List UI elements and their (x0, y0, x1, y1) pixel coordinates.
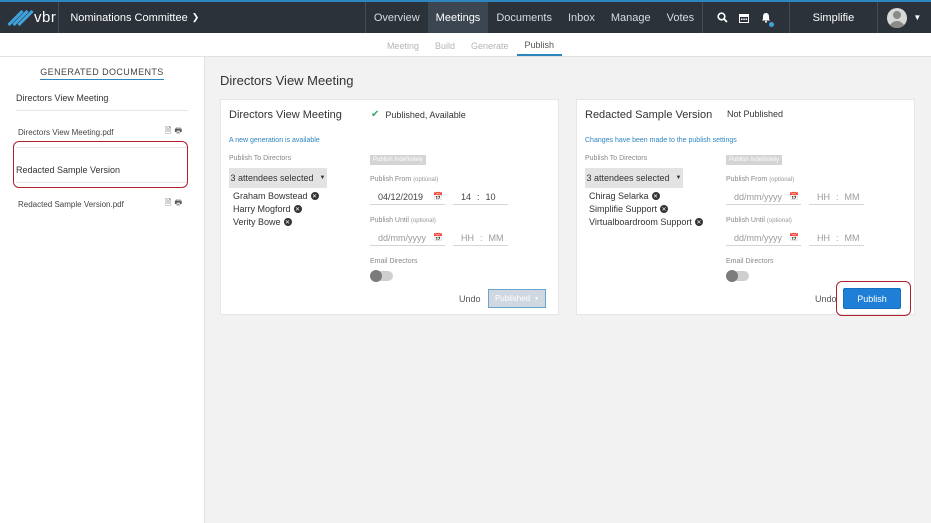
tab-build[interactable]: Build (427, 41, 463, 56)
tab-meeting[interactable]: Meeting (379, 41, 427, 56)
check-icon: ✔ (371, 109, 380, 120)
doc-group-directors: Directors View Meeting Directors View Me… (16, 86, 188, 148)
logo-text: vbr (34, 9, 57, 26)
nav-meetings[interactable]: Meetings (427, 2, 489, 33)
caret-down-icon: ▼ (319, 175, 326, 181)
doc-file-row[interactable]: Redacted Sample Version.pdf 🗎 🖶 (16, 183, 188, 219)
remove-icon[interactable]: ✕ (310, 192, 319, 200)
published-button[interactable]: Published ▼ (488, 289, 546, 308)
publish-from-date[interactable]: 04/12/2019 📅 (370, 189, 445, 205)
attendee-list: Graham Bowstead ✕ Harry Mogford ✕ Verity B… (233, 191, 319, 230)
attendee-item: Verity Bowe ✕ (233, 217, 292, 227)
tab-publish[interactable]: Publish (516, 40, 563, 56)
nav-votes[interactable]: Votes (659, 2, 703, 33)
publish-to-label: Publish To Directors (585, 155, 648, 162)
user-name[interactable]: Simplifie (789, 2, 877, 33)
publish-indefinitely-tag[interactable]: Publish Indefinitely (726, 155, 783, 165)
doc-group-title[interactable]: Directors View Meeting (16, 86, 188, 111)
doc-file-name[interactable]: Redacted Sample Version.pdf (18, 200, 124, 209)
workflow-tabs: Meeting Build Generate Publish (0, 33, 931, 57)
highlight-annotation (13, 141, 188, 188)
nav-inbox[interactable]: Inbox (560, 2, 603, 33)
publish-until-time[interactable]: HH: MM (453, 230, 508, 246)
publish-until-time[interactable]: HH: MM (809, 230, 864, 246)
attendees-count: 3 attendees selected (586, 173, 670, 183)
print-icon[interactable]: 🖶 (174, 125, 182, 139)
remove-icon[interactable]: ✕ (694, 218, 703, 226)
calendar-icon[interactable]: 📅 (433, 192, 443, 201)
publish-until-date[interactable]: dd/mm/yyyy 📅 (370, 230, 445, 246)
committee-name: Nominations Committee (70, 11, 188, 24)
doc-file-name[interactable]: Directors View Meeting.pdf (18, 128, 113, 137)
undo-link[interactable]: Undo (459, 294, 481, 304)
generated-documents-sidebar: GENERATED DOCUMENTS Directors View Meeti… (0, 57, 205, 523)
attendee-item: Chirag Selarka ✕ (589, 191, 660, 201)
publish-from-label: Publish From (optional) (726, 176, 795, 183)
publish-indefinitely-tag[interactable]: Publish Indefinitely (370, 155, 427, 165)
publish-from-time[interactable]: 14:10 (453, 189, 508, 205)
attendees-count: 3 attendees selected (230, 173, 314, 183)
remove-icon[interactable]: ✕ (651, 192, 660, 200)
publish-to-label: Publish To Directors (229, 155, 292, 162)
publish-from-time[interactable]: HH: MM (809, 189, 864, 205)
card-title: Redacted Sample Version (585, 109, 713, 121)
attendees-dropdown[interactable]: 3 attendees selected ▼ (229, 168, 327, 188)
email-directors-label: Email Directors (726, 258, 774, 265)
search-icon[interactable] (711, 12, 733, 23)
sidebar-title: GENERATED DOCUMENTS (0, 67, 204, 80)
page-title: Directors View Meeting (220, 73, 354, 88)
nav-manage[interactable]: Manage (603, 2, 659, 33)
caret-down-icon: ▼ (534, 295, 540, 302)
logo-icon (7, 9, 34, 27)
print-icon[interactable]: 🖶 (174, 197, 182, 211)
pdf-file-icon[interactable]: 🗎 (165, 197, 171, 211)
publish-until-date[interactable]: dd/mm/yyyy 📅 (726, 230, 801, 246)
email-directors-label: Email Directors (370, 258, 418, 265)
attendee-item: Graham Bowstead ✕ (233, 191, 319, 201)
settings-changed-note: Changes have been made to the publish se… (585, 137, 737, 144)
remove-icon[interactable]: ✕ (660, 205, 669, 213)
publish-until-label: Publish Until (optional) (370, 217, 436, 224)
card-title: Directors View Meeting (229, 109, 342, 121)
email-directors-toggle[interactable] (726, 270, 749, 282)
toolbar-icons (702, 2, 777, 33)
top-bar: vbr Nominations Committee ❯ Overview Mee… (0, 0, 931, 33)
account-menu[interactable]: ▼ (876, 2, 931, 33)
caret-down-icon: ▼ (913, 13, 922, 22)
undo-link[interactable]: Undo (815, 294, 837, 304)
publish-until-label: Publish Until (optional) (726, 217, 792, 224)
nav-documents[interactable]: Documents (488, 2, 560, 33)
committee-selector[interactable]: Nominations Committee ❯ (59, 2, 365, 33)
chevron-down-icon: ❯ (191, 12, 200, 22)
status-not-published: Not Published (727, 109, 784, 119)
pdf-file-icon[interactable]: 🗎 (165, 125, 171, 139)
attendees-dropdown[interactable]: 3 attendees selected ▼ (585, 168, 683, 188)
main-nav: Overview Meetings Documents Inbox Manage… (364, 2, 703, 33)
tab-generate[interactable]: Generate (463, 41, 517, 56)
notification-dot (769, 22, 775, 27)
publish-from-date[interactable]: dd/mm/yyyy 📅 (726, 189, 801, 205)
email-directors-toggle[interactable] (370, 270, 393, 282)
remove-icon[interactable]: ✕ (293, 205, 302, 213)
attendee-item: Virtualboardroom Support ✕ (589, 217, 703, 227)
calendar-icon[interactable]: 📅 (433, 233, 443, 242)
status-published: ✔ Published, Available (371, 109, 466, 120)
calendar-icon[interactable]: 📅 (789, 192, 799, 201)
generation-note[interactable]: A new generation is available (229, 137, 320, 144)
nav-overview[interactable]: Overview (366, 2, 428, 33)
bell-icon[interactable] (755, 12, 777, 27)
calendar-icon[interactable]: 📅 (789, 233, 799, 242)
highlight-annotation (836, 281, 911, 316)
publish-from-label: Publish From (optional) (370, 176, 439, 183)
calendar-icon[interactable] (733, 13, 755, 23)
attendee-item: Harry Mogford ✕ (233, 204, 302, 214)
caret-down-icon: ▼ (675, 175, 682, 181)
attendee-item: Simplifie Support ✕ (589, 204, 669, 214)
vbr-logo[interactable]: vbr (0, 2, 60, 33)
publish-card-directors: Directors View Meeting ✔ Published, Avai… (220, 99, 559, 315)
status-text: Published, Available (385, 109, 466, 120)
user-avatar-icon (887, 7, 908, 28)
attendee-list: Chirag Selarka ✕ Simplifie Support ✕ Virtu… (589, 191, 703, 230)
remove-icon[interactable]: ✕ (283, 218, 292, 226)
